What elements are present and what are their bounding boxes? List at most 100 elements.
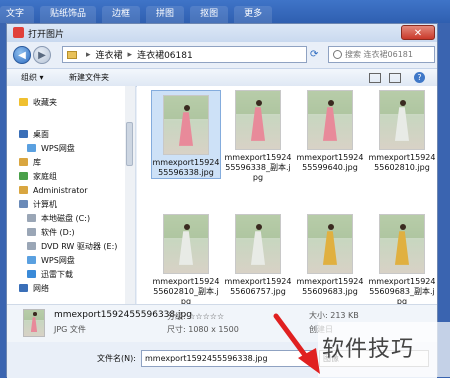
sidebar-item-label: 迅雷下载 — [41, 269, 73, 279]
rating-stars[interactable]: ☆☆☆☆☆ — [188, 312, 224, 321]
file-item[interactable]: mmexport1592455602810_副本.jpg — [151, 214, 221, 304]
file-name: mmexport1592455609683_副本.jpg — [368, 277, 436, 304]
sidebar-item[interactable]: WPS网盘 — [27, 142, 75, 154]
folder-icon — [67, 50, 77, 59]
chevron-right-icon: ▸ — [86, 49, 91, 60]
user-icon — [19, 186, 28, 194]
sidebar-item-label: 软件 (D:) — [41, 227, 75, 237]
sidebar-item-label: WPS网盘 — [41, 143, 75, 153]
preview-pane-icon[interactable] — [389, 73, 401, 83]
watermark-text: 软件技巧 — [322, 337, 415, 362]
detail-filetype: JPG 文件 — [54, 325, 86, 334]
help-icon[interactable]: ? — [414, 72, 425, 83]
address-bar[interactable]: ▸ 连衣裙 ▸ 连衣裙06181 — [62, 46, 307, 63]
size-label: 尺寸: — [167, 325, 186, 334]
sidebar-item[interactable]: 迅雷下载 — [27, 268, 73, 280]
filename-label: 文件名(N): — [97, 354, 136, 363]
file-thumbnail — [307, 214, 353, 274]
sidebar-item-label: 桌面 — [33, 129, 49, 139]
sidebar-item[interactable]: 库 — [19, 156, 41, 168]
sidebar-item[interactable]: 桌面 — [19, 128, 49, 140]
sidebar-item[interactable]: 软件 (D:) — [27, 226, 75, 238]
dialog-title: 打开图片 — [28, 30, 65, 40]
view-options-icon[interactable] — [369, 73, 381, 83]
file-grid: mmexport1592455596338.jpg mmexport1592455… — [137, 86, 437, 304]
app-icon — [13, 27, 24, 38]
sidebar-scrollbar[interactable] — [125, 86, 136, 304]
address-row: ◀ ▶ ▸ 连衣裙 ▸ 连衣裙06181 ⟳ 搜索 连衣裙06181 — [7, 42, 437, 68]
file-thumbnail — [235, 214, 281, 274]
close-button[interactable]: ✕ — [401, 25, 435, 40]
computer-icon — [19, 200, 28, 208]
file-name: mmexport1592455599640.jpg — [296, 153, 364, 172]
sidebar-item-label: 库 — [33, 157, 41, 167]
desktop-icon — [19, 130, 28, 138]
cloud-icon — [27, 144, 36, 152]
sidebar-item-label: 网络 — [33, 283, 49, 293]
toolbar: 组织 ▾ 新建文件夹 ? — [7, 68, 437, 87]
new-folder-button[interactable]: 新建文件夹 — [69, 72, 109, 83]
file-item[interactable]: mmexport1592455609683_副本.jpg — [367, 214, 437, 304]
sidebar-item[interactable]: 网络 — [19, 282, 49, 294]
breadcrumb-item[interactable]: 连衣裙 — [96, 48, 123, 61]
file-item[interactable]: mmexport1592455596338_副本.jpg — [223, 90, 293, 183]
rating-label: 分级: — [167, 312, 186, 321]
detail-rating[interactable]: 分级: ☆☆☆☆☆ — [167, 311, 224, 322]
sidebar-item[interactable]: 收藏夹 — [19, 96, 57, 108]
app-tab[interactable]: 抠图 — [190, 6, 229, 23]
file-item[interactable]: mmexport1592455599640.jpg — [295, 90, 365, 173]
file-thumbnail — [235, 90, 281, 150]
sidebar-item[interactable]: DVD RW 驱动器 (E:) — [27, 240, 117, 252]
cloud-icon — [27, 256, 36, 264]
sidebar-item-label: 收藏夹 — [33, 97, 57, 107]
app-tab[interactable]: 拼图 — [146, 6, 185, 23]
app-tab[interactable]: 贴纸饰品 — [40, 6, 97, 23]
sidebar-item[interactable]: WPS网盘 — [27, 254, 75, 266]
organize-button[interactable]: 组织 ▾ — [21, 72, 44, 83]
drive-icon — [27, 228, 36, 236]
app-tab[interactable]: 文字 — [0, 6, 35, 23]
star-icon — [19, 98, 28, 106]
sidebar-item[interactable]: 本地磁盘 (C:) — [27, 212, 90, 224]
homegroup-icon — [19, 172, 28, 180]
search-input[interactable]: 搜索 连衣裙06181 — [328, 46, 435, 63]
sidebar-item-label: DVD RW 驱动器 (E:) — [41, 241, 118, 251]
sidebar-item-label: 家庭组 — [33, 171, 57, 181]
file-name: mmexport1592455606757.jpg — [224, 277, 292, 296]
sidebar-item[interactable]: 计算机 — [19, 198, 57, 210]
app-tab[interactable]: 更多 — [234, 6, 273, 23]
forward-button[interactable]: ▶ — [33, 46, 51, 64]
breadcrumb-item[interactable]: 连衣裙06181 — [137, 48, 193, 61]
sidebar-item-label: 计算机 — [33, 199, 57, 209]
dialog-titlebar[interactable]: 打开图片 ✕ — [7, 24, 437, 42]
sidebar-item[interactable]: Administrator — [19, 184, 88, 196]
file-name: mmexport1592455596338_副本.jpg — [224, 153, 292, 182]
scroll-thumb[interactable] — [126, 122, 133, 166]
search-icon — [333, 50, 342, 59]
file-thumbnail — [379, 214, 425, 274]
file-name: mmexport1592455602810.jpg — [368, 153, 436, 172]
drive-icon — [27, 214, 36, 222]
detail-dimensions: 尺寸: 1080 x 1500 — [167, 324, 239, 335]
network-icon — [19, 284, 28, 292]
detail-thumbnail — [23, 309, 45, 337]
file-thumbnail — [163, 214, 209, 274]
app-tab-bar: 文字 贴纸饰品 边框 拼图 抠图 更多 — [0, 0, 450, 23]
dvd-icon — [27, 242, 36, 250]
file-item[interactable]: mmexport1592455606757.jpg — [223, 214, 293, 297]
file-item[interactable]: mmexport1592455602810.jpg — [367, 90, 437, 173]
file-name: mmexport1592455596338.jpg — [152, 158, 220, 177]
file-item[interactable]: mmexport1592455609683.jpg — [295, 214, 365, 297]
library-icon — [19, 158, 28, 166]
file-item[interactable]: mmexport1592455596338.jpg — [151, 90, 221, 179]
sidebar-item-label: Administrator — [33, 185, 88, 195]
navigation-pane: 收藏夹 桌面 WPS网盘库家庭组 Administrator 计算机 本地磁盘 (C:) 软… — [7, 86, 126, 304]
file-name: mmexport1592455602810_副本.jpg — [152, 277, 220, 304]
file-name: mmexport1592455609683.jpg — [296, 277, 364, 296]
refresh-icon[interactable]: ⟳ — [310, 46, 322, 63]
sidebar-item[interactable]: 家庭组 — [19, 170, 57, 182]
back-button[interactable]: ◀ — [13, 46, 31, 64]
app-tab[interactable]: 边框 — [102, 6, 141, 23]
sidebar-item-label: WPS网盘 — [41, 255, 75, 265]
file-thumbnail — [163, 95, 209, 155]
